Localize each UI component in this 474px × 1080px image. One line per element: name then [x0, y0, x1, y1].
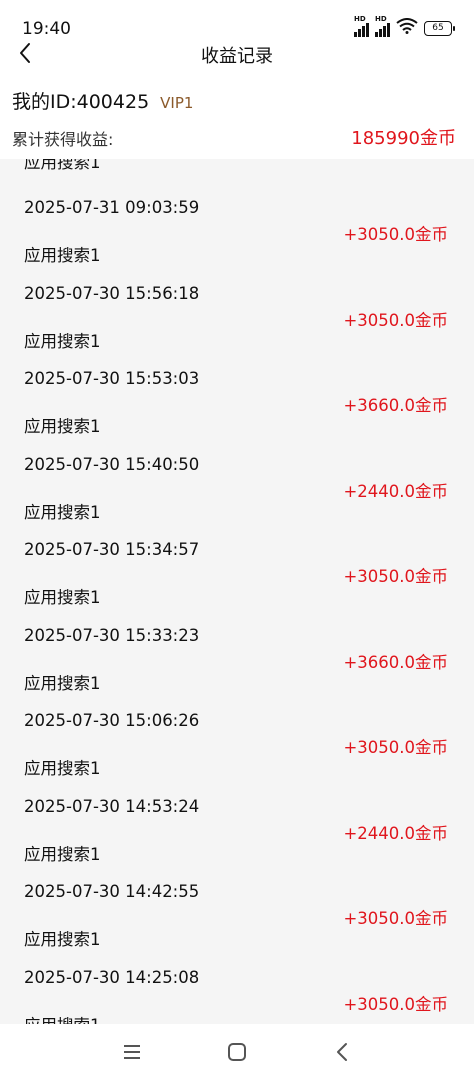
record-date: 2025-07-30 14:42:55	[24, 882, 200, 901]
record-date: 2025-07-30 14:53:24	[24, 796, 200, 816]
record-amount: +2440.0金币	[343, 481, 448, 501]
record-amount: +3050.0金币	[343, 909, 448, 928]
status-bar: 19:40 HD HD 65	[0, 0, 474, 40]
back-icon	[337, 1043, 347, 1061]
signal-hd-label: HD	[375, 15, 387, 23]
menu-icon	[124, 1045, 140, 1059]
home-square-icon	[228, 1043, 246, 1061]
menu-button[interactable]	[120, 1040, 144, 1064]
record-date: 2025-07-30 15:33:23	[24, 625, 200, 645]
list-item-partial: 应用搜索1	[0, 159, 474, 190]
list-item: 2025-07-30 15:33:23 +3660.0金币 应用搜索1	[0, 618, 474, 704]
record-date: 2025-07-31 09:03:59	[24, 198, 200, 217]
record-name: 应用搜索1	[24, 502, 101, 522]
record-date: 2025-07-30 15:53:03	[24, 369, 200, 388]
record-name: 应用搜索1	[24, 417, 101, 436]
record-amount: +3050.0金币	[343, 310, 448, 330]
list-item: 2025-07-30 15:34:57 +3050.0金币 应用搜索1	[0, 532, 474, 618]
page-title: 收益记录	[201, 46, 273, 67]
list-item: 2025-07-30 15:56:18 +3050.0金币 应用搜索1	[0, 276, 474, 362]
record-amount: +3660.0金币	[343, 396, 448, 415]
record-date: 2025-07-30 15:34:57	[24, 540, 200, 559]
earnings-value: 185990金币	[351, 128, 456, 149]
record-date: 2025-07-30 15:56:18	[24, 283, 200, 303]
signal-icon: HD	[375, 15, 390, 37]
earnings-record-list-content: 应用搜索1 2025-07-31 09:03:59 +3050.0金币 应用搜索…	[0, 159, 474, 1024]
list-item: 2025-07-30 14:53:24 +2440.0金币 应用搜索1	[0, 789, 474, 875]
earnings-label: 累计获得收益:	[12, 130, 114, 149]
earnings-record-list[interactable]: 应用搜索1 2025-07-31 09:03:59 +3050.0金币 应用搜索…	[0, 159, 474, 1024]
record-name: 应用搜索1	[24, 673, 101, 693]
record-name: 应用搜索1	[24, 1012, 101, 1025]
record-name: 应用搜索1	[24, 331, 101, 351]
record-date: 2025-07-30 15:06:26	[24, 711, 200, 730]
system-nav-bar	[0, 1024, 474, 1080]
vip-badge: VIP1	[160, 94, 194, 112]
record-name: 应用搜索1	[24, 930, 101, 949]
record-amount: +3050.0金币	[343, 994, 448, 1014]
record-amount: +3050.0金币	[343, 567, 448, 586]
list-item: 2025-07-30 15:53:03 +3660.0金币 应用搜索1	[0, 361, 474, 447]
list-item: 2025-07-30 15:06:26 +3050.0金币 应用搜索1	[0, 703, 474, 789]
signal-hd-label: HD	[354, 15, 366, 23]
record-amount: +3660.0金币	[343, 652, 448, 672]
system-back-button[interactable]	[330, 1040, 354, 1064]
record-name: 应用搜索1	[24, 246, 101, 265]
record-amount: +2440.0金币	[343, 823, 448, 843]
user-id: 我的ID:400425	[12, 91, 150, 113]
record-name: 应用搜索1	[24, 759, 101, 778]
list-item: 2025-07-31 09:03:59 +3050.0金币 应用搜索1	[0, 190, 474, 276]
record-date: 2025-07-30 14:25:08	[24, 967, 200, 987]
battery-icon: 65	[424, 20, 455, 36]
record-amount: +3050.0金币	[343, 738, 448, 757]
earnings-summary: 我的ID:400425 VIP1 累计获得收益: 185990金币	[0, 80, 474, 160]
user-line: 我的ID:400425 VIP1	[12, 87, 193, 114]
status-icons: HD HD 65	[354, 15, 455, 38]
signal-icon: HD	[354, 15, 369, 37]
nav-header: 收益记录	[0, 36, 474, 72]
record-date: 2025-07-30 15:40:50	[24, 454, 200, 474]
list-item: 2025-07-30 14:42:55 +3050.0金币 应用搜索1	[0, 874, 474, 960]
list-item: 2025-07-30 15:40:50 +2440.0金币 应用搜索1	[0, 447, 474, 533]
list-item: 2025-07-30 14:25:08 +3050.0金币 应用搜索1	[0, 960, 474, 1025]
record-amount: +3050.0金币	[343, 225, 448, 244]
home-button[interactable]	[225, 1040, 249, 1064]
record-name: 应用搜索1	[24, 588, 101, 607]
record-name: 应用搜索1	[24, 844, 101, 864]
record-name: 应用搜索1	[24, 159, 101, 172]
wifi-icon	[396, 18, 418, 38]
